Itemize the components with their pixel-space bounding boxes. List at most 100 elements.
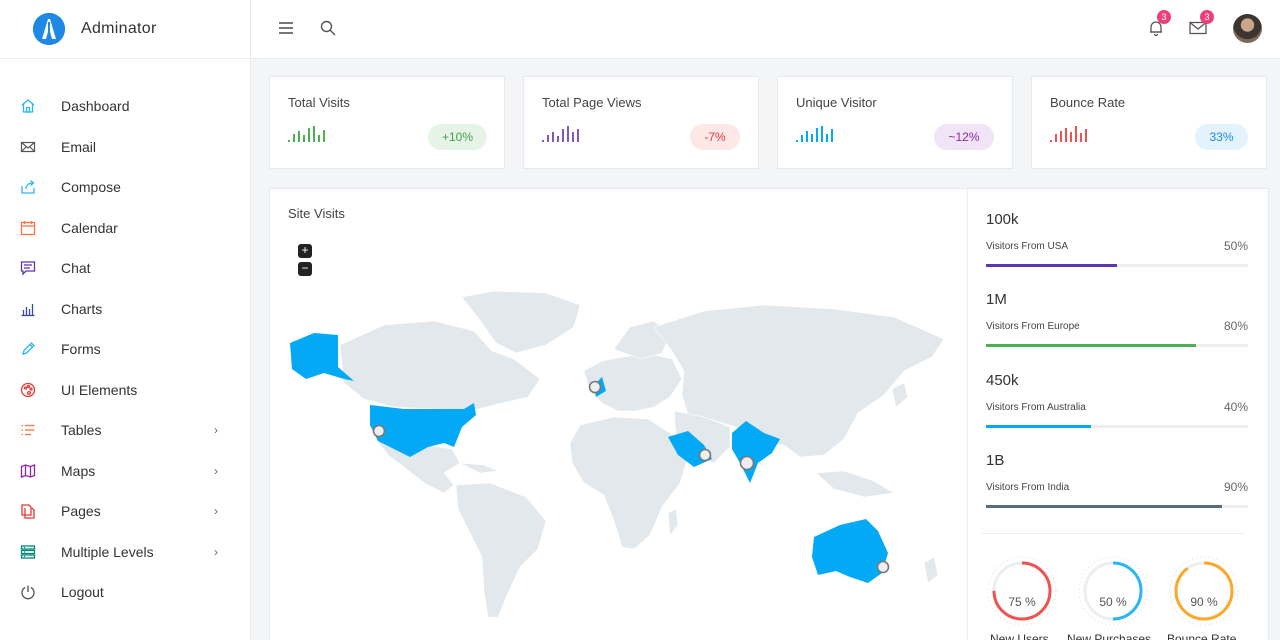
donut-caption: New Purchases: [1067, 632, 1152, 640]
divider: [967, 189, 968, 640]
donut-bounce-rate: [1168, 555, 1240, 627]
sidebar-item-compose[interactable]: Compose: [0, 167, 250, 208]
divider: [982, 533, 1244, 534]
stat-card-unique-visitor: Unique Visitor ~12%: [777, 76, 1013, 169]
chevron-right-icon: ›: [214, 504, 218, 519]
world-map[interactable]: [284, 287, 956, 623]
brand[interactable]: Adminator: [0, 0, 250, 59]
sparkline-bars: [542, 126, 579, 142]
map-marker-london: [588, 380, 602, 394]
visitors-india: 1B Visitors From India 90%: [986, 452, 1248, 508]
visitor-progress-fill: [986, 425, 1091, 428]
donut-percent: 90 %: [1190, 595, 1218, 609]
files-icon: [19, 502, 37, 520]
share-icon: [19, 178, 37, 196]
list-icon: [19, 421, 37, 439]
donut-percent: 75 %: [1008, 595, 1036, 609]
sparkline-bars: [1050, 126, 1087, 142]
sidebar-item-email[interactable]: Email: [0, 127, 250, 168]
calendar-icon: [19, 219, 37, 237]
visitor-progress-fill: [986, 344, 1196, 347]
map-se-asia: [815, 470, 895, 498]
sparkline-bars: [288, 126, 325, 142]
stat-card-bounce-rate: Bounce Rate 33%: [1031, 76, 1267, 169]
map-australia: [812, 519, 888, 583]
sidebar-item-label: UI Elements: [61, 381, 138, 398]
layers-icon: [19, 543, 37, 561]
visitor-percent: 80%: [1223, 319, 1248, 333]
stat-title: Bounce Rate: [1050, 95, 1126, 110]
stat-change-badge: ~12%: [934, 124, 994, 150]
donut-arc: [1174, 561, 1234, 621]
donut-new-purchases: [1077, 555, 1149, 627]
stat-title: Total Visits: [288, 95, 350, 110]
donut-caption: New Users: [990, 632, 1049, 640]
map-marker-los-angeles: [372, 424, 386, 438]
sidebar-item-maps[interactable]: Maps ›: [0, 451, 250, 492]
search-icon[interactable]: [317, 17, 339, 39]
site-visits-card: Site Visits + − 100k Visitors From USA 5…: [269, 188, 1269, 640]
visitor-percent: 50%: [1223, 239, 1248, 253]
visitor-progress-track: [986, 344, 1248, 347]
stat-change-badge: -7%: [690, 124, 740, 150]
chat-icon: [19, 259, 37, 277]
visitor-label: Visitors From India: [986, 482, 1070, 493]
notifications-count-badge: 3: [1157, 10, 1171, 24]
sidebar-item-pages[interactable]: Pages ›: [0, 491, 250, 532]
visitor-count: 100k: [986, 211, 1019, 228]
pencil-icon: [19, 340, 37, 358]
sidebar-item-label: Calendar: [61, 219, 118, 236]
sidebar-item-dashboard[interactable]: Dashboard: [0, 86, 250, 127]
sidebar-item-calendar[interactable]: Calendar: [0, 208, 250, 249]
sidebar-item-label: Logout: [61, 584, 104, 601]
stat-card-total-page-views: Total Page Views -7%: [523, 76, 759, 169]
stat-card-total-visits: Total Visits +10%: [269, 76, 505, 169]
sidebar-item-label: Tables: [61, 422, 102, 439]
stat-title: Total Page Views: [542, 95, 642, 110]
map-marker-sydney: [876, 560, 890, 574]
visitor-progress-fill: [986, 505, 1222, 508]
visitors-europe: 1M Visitors From Europe 80%: [986, 291, 1248, 347]
visitor-progress-track: [986, 425, 1248, 428]
visitor-progress-track: [986, 505, 1248, 508]
sidebar-item-ui-elements[interactable]: UI Elements: [0, 370, 250, 411]
user-avatar[interactable]: [1233, 14, 1262, 43]
sidebar-item-label: Chat: [61, 260, 91, 277]
sidebar-item-label: Maps: [61, 462, 96, 479]
chevron-right-icon: ›: [214, 423, 218, 438]
chevron-right-icon: ›: [214, 463, 218, 478]
donut-percent: 50 %: [1099, 595, 1127, 609]
map-south-america: [455, 482, 547, 618]
map-marker-dubai: [698, 448, 712, 462]
map-icon: [19, 462, 37, 480]
messages-count-badge: 3: [1200, 10, 1214, 24]
chevron-right-icon: ›: [214, 544, 218, 559]
palette-icon: [19, 381, 37, 399]
donut-caption: Bounce Rate: [1167, 632, 1237, 640]
map-japan: [891, 382, 909, 408]
zoom-out-button[interactable]: −: [298, 262, 312, 276]
sidebar-item-logout[interactable]: Logout: [0, 572, 250, 613]
stat-title: Unique Visitor: [796, 95, 877, 110]
sidebar-item-label: Multiple Levels: [61, 543, 154, 560]
stat-change-badge: +10%: [428, 124, 487, 150]
sidebar-item-label: Compose: [61, 179, 121, 196]
sidebar-item-label: Email: [61, 138, 97, 155]
sidebar-item-tables[interactable]: Tables ›: [0, 410, 250, 451]
visitors-usa: 100k Visitors From USA 50%: [986, 211, 1248, 267]
sidebar-item-charts[interactable]: Charts: [0, 289, 250, 330]
sidebar-item-chat[interactable]: Chat: [0, 248, 250, 289]
visitor-label: Visitors From Europe: [986, 321, 1080, 332]
site-visits-title: Site Visits: [288, 206, 345, 221]
sidebar-item-multiple-levels[interactable]: Multiple Levels ›: [0, 532, 250, 573]
map-marker-india: [739, 455, 755, 471]
sparkline-bars: [796, 126, 833, 142]
brand-name: Adminator: [81, 20, 157, 37]
zoom-in-button[interactable]: +: [298, 244, 312, 258]
sidebar-item-label: Dashboard: [61, 98, 130, 115]
hamburger-menu-icon[interactable]: [275, 17, 297, 39]
visitor-progress-fill: [986, 264, 1117, 267]
power-icon: [19, 583, 37, 601]
sidebar-item-forms[interactable]: Forms: [0, 329, 250, 370]
donut-new-users: [986, 555, 1058, 627]
